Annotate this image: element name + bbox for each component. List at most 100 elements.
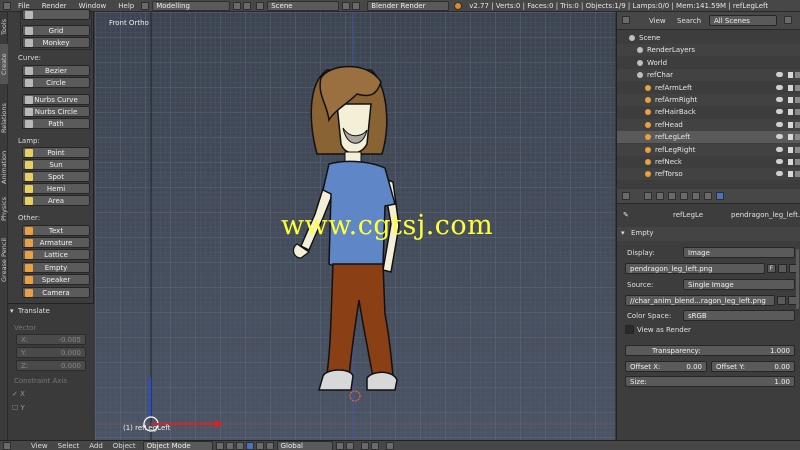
proportional-icon[interactable] [370, 441, 379, 450]
outliner-row[interactable]: World [617, 57, 800, 69]
visibility-eye-icon[interactable] [776, 171, 783, 177]
properties-type-icon[interactable] [622, 192, 630, 200]
display-selector[interactable]: Image [683, 247, 795, 258]
outliner-row[interactable]: Scene [617, 32, 800, 44]
empty-button[interactable]: Empty [22, 262, 90, 273]
translate-y-field[interactable]: Y: 0.000 [16, 347, 86, 358]
offset-x-field[interactable]: Offset X: 0.00 [625, 361, 707, 372]
tab-relations[interactable]: Relations [0, 94, 8, 142]
scale-icon[interactable] [265, 441, 274, 450]
empty-panel-header[interactable]: ▾ Empty [617, 227, 800, 241]
spot-lamp-button[interactable]: Spot [22, 171, 90, 182]
area-lamp-button[interactable]: Area [22, 195, 90, 206]
axis-y-checkbox[interactable]: ☐ Y [12, 404, 25, 412]
grid-button[interactable]: Grid [22, 25, 90, 36]
selectability-arrow-icon[interactable] [788, 84, 793, 91]
lattice-button[interactable]: Lattice [22, 249, 90, 260]
visibility-eye-icon[interactable] [776, 146, 783, 152]
file-browse-icon[interactable] [777, 296, 786, 305]
layer-buttons-icon[interactable] [335, 441, 344, 450]
size-field[interactable]: Size: 1.00 [625, 376, 795, 387]
data-tab-icon[interactable] [716, 192, 724, 200]
outliner-row[interactable]: refChar [617, 69, 800, 82]
scene-selector[interactable]: Scene [267, 0, 340, 11]
object-tab-icon[interactable] [692, 192, 700, 200]
render-engine-selector[interactable]: Blender Render [367, 0, 450, 11]
visibility-eye-icon[interactable] [776, 134, 783, 140]
layout-selector[interactable]: Modelling [152, 0, 231, 11]
visibility-eye-icon[interactable] [776, 84, 783, 90]
scene-close-icon[interactable] [352, 1, 361, 10]
monkey-button[interactable]: Monkey [22, 37, 90, 48]
render-icon[interactable] [385, 441, 394, 450]
tab-tools[interactable]: Tools [0, 12, 8, 42]
visibility-eye-icon[interactable] [776, 72, 783, 78]
translate-icon[interactable] [245, 441, 254, 450]
chevron-down-icon[interactable]: ▾ [10, 307, 14, 315]
sun-lamp-button[interactable]: Sun [22, 159, 90, 170]
open-image-icon[interactable] [778, 264, 787, 273]
source-selector[interactable]: Single Image [683, 279, 795, 290]
selectability-arrow-icon[interactable] [788, 97, 793, 103]
tab-grease-pencil[interactable]: Grease Pencil [0, 230, 8, 290]
properties-scrollbar[interactable] [796, 249, 799, 309]
outliner-row[interactable]: refArmRight [617, 94, 800, 106]
selectability-arrow-icon[interactable] [788, 109, 793, 116]
mode-selector[interactable]: Object Mode [142, 441, 213, 450]
render-camera-icon[interactable] [795, 72, 800, 79]
selectability-arrow-icon[interactable] [788, 72, 793, 79]
snap-icon[interactable] [360, 441, 369, 450]
selectability-arrow-icon[interactable] [788, 121, 793, 128]
render-camera-icon[interactable] [795, 159, 800, 165]
outliner-menu-search[interactable]: Search [677, 17, 701, 25]
render-camera-icon[interactable] [795, 134, 800, 141]
circle-button[interactable]: Circle [22, 77, 90, 88]
render-camera-icon[interactable] [795, 97, 800, 103]
search-icon[interactable] [784, 16, 792, 24]
menu-add[interactable]: Add [84, 442, 108, 450]
render-camera-icon[interactable] [795, 171, 800, 178]
constraints-tab-icon[interactable] [704, 192, 712, 200]
editor-type-icon-3d[interactable] [3, 441, 11, 450]
offset-y-field[interactable]: Offset Y: 0.00 [711, 361, 795, 372]
menu-select[interactable]: Select [53, 442, 85, 450]
shading-icon[interactable] [215, 441, 224, 450]
armature-button[interactable]: Armature [22, 237, 90, 248]
transparency-slider[interactable]: Transparency: 1.000 [625, 345, 795, 356]
colorspace-selector[interactable]: sRGB [683, 310, 795, 321]
view-as-render-checkbox[interactable] [625, 325, 634, 334]
filepath-field[interactable]: //char_anim_blend...ragon_leg_left.png [625, 295, 775, 306]
hemi-lamp-button[interactable]: Hemi [22, 183, 90, 194]
outliner-row[interactable]: refTorso [617, 168, 800, 181]
outliner-filter-selector[interactable]: All Scenes [709, 15, 777, 26]
point-lamp-button[interactable]: Point [22, 147, 90, 158]
nurbs-circle-button[interactable]: Nurbs Circle [22, 106, 90, 117]
pivot-icon[interactable] [225, 441, 234, 450]
visibility-eye-icon[interactable] [776, 97, 783, 102]
torus-button[interactable] [22, 9, 90, 20]
axis-x-checkbox[interactable]: ✓ X [12, 390, 25, 398]
menu-help[interactable]: Help [112, 2, 140, 10]
editor-type-icon[interactable] [3, 1, 11, 10]
selectability-arrow-icon[interactable] [788, 159, 793, 165]
rotate-icon[interactable] [255, 441, 264, 450]
outliner-menu-view[interactable]: View [649, 17, 666, 25]
tab-animation[interactable]: Animation [0, 142, 8, 192]
outliner-type-icon[interactable] [622, 16, 630, 24]
nurbs-curve-button[interactable]: Nurbs Curve [22, 94, 90, 105]
path-button[interactable]: Path [22, 118, 90, 129]
tab-physics[interactable]: Physics [0, 190, 8, 228]
camera-button[interactable]: Camera [22, 287, 90, 298]
scene-tab-icon[interactable] [668, 192, 676, 200]
outliner-row[interactable]: refHairBack [617, 106, 800, 118]
pin-icon[interactable]: ✎ [623, 211, 629, 219]
selectability-arrow-icon[interactable] [788, 171, 793, 178]
fake-user-button[interactable]: F [767, 264, 776, 273]
layout-close-icon[interactable] [243, 1, 252, 10]
layers-tab-icon[interactable] [656, 192, 664, 200]
outliner-row[interactable]: refHead [617, 118, 800, 131]
orientation-selector[interactable]: Global [276, 441, 333, 450]
outliner-row[interactable]: RenderLayers [617, 44, 800, 57]
outliner-row[interactable]: refLegRight [617, 143, 800, 156]
outliner-row[interactable]: refLegLeft [617, 131, 800, 144]
